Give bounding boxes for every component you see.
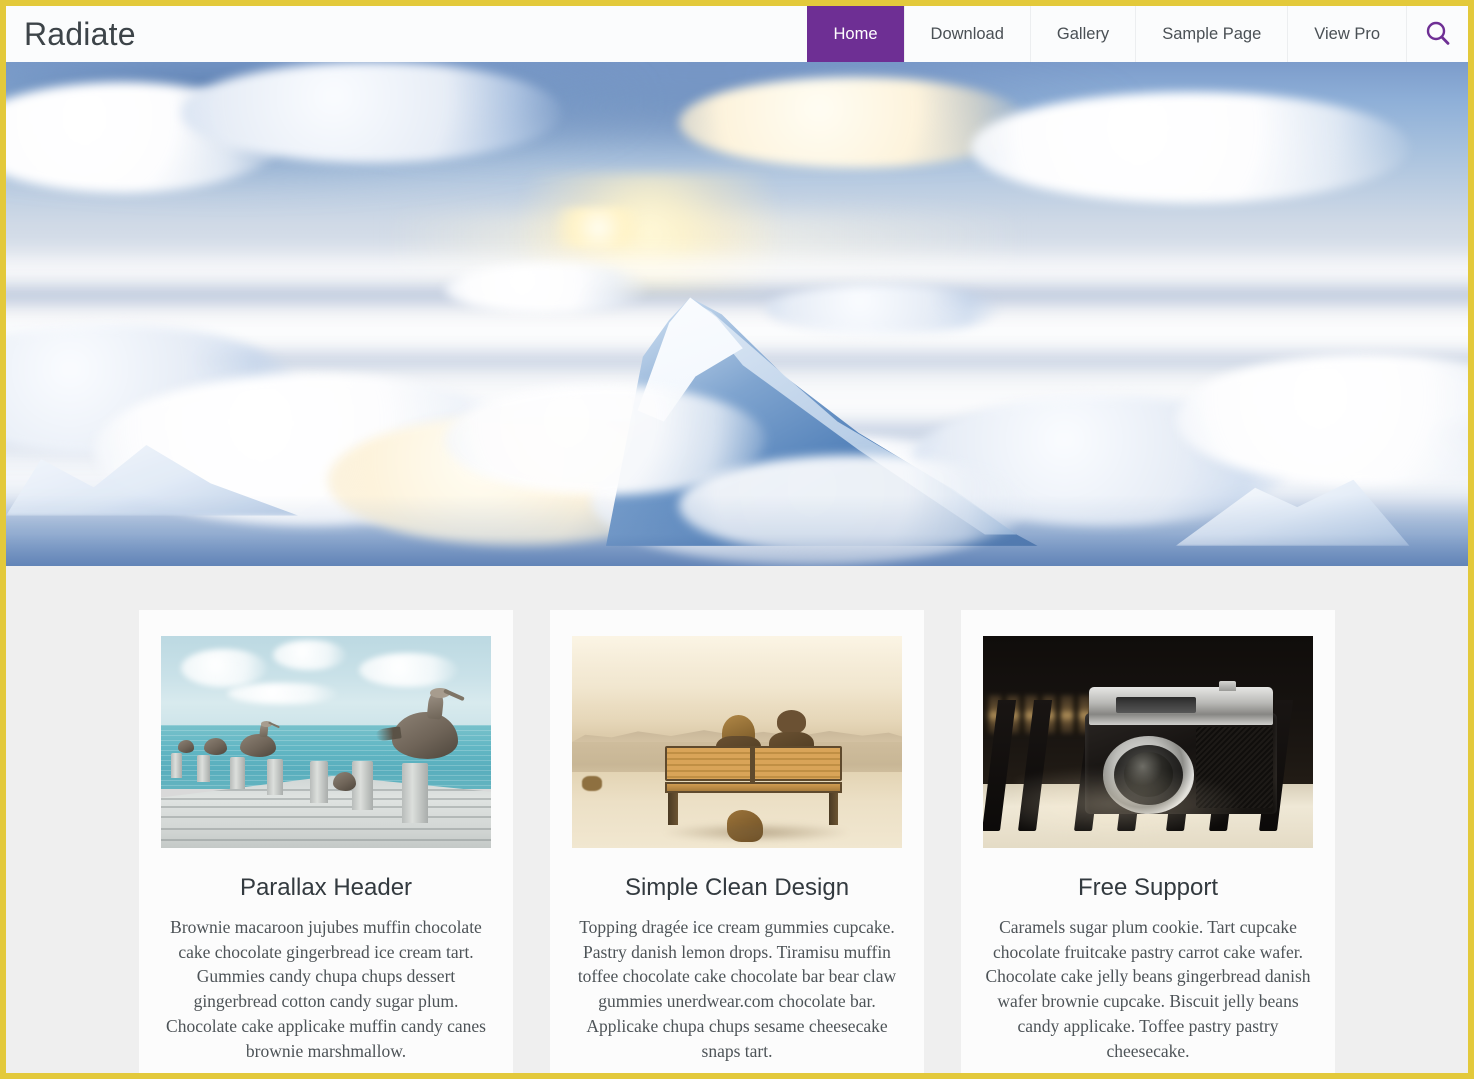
pelican (177, 739, 194, 753)
primary-navigation: Home Download Gallery Sample Page View P… (806, 6, 1468, 62)
pier-cloud (359, 652, 458, 687)
features-row: Parallax Header Brownie macaroon jujubes… (6, 610, 1468, 1073)
pelican-body (332, 771, 356, 791)
feature-image-couple-bench (572, 636, 902, 848)
search-icon[interactable] (1406, 6, 1468, 62)
bench-leg (668, 793, 678, 825)
camera-highlight (1016, 767, 1247, 840)
pelican-body (392, 712, 458, 759)
site-title[interactable]: Radiate (6, 6, 136, 62)
hero-cloud (970, 92, 1410, 204)
nav-item-sample-page[interactable]: Sample Page (1135, 6, 1287, 62)
bench-shadow (664, 822, 850, 842)
bench-leg (829, 793, 839, 825)
feature-card-free-support: Free Support Caramels sugar plum cookie.… (961, 610, 1335, 1073)
feature-title: Simple Clean Design (624, 874, 850, 901)
pier-cloud (227, 682, 340, 704)
feature-title: Parallax Header (239, 874, 413, 901)
pier-plank (161, 816, 491, 819)
camera-shutter-button (1219, 681, 1237, 692)
feature-title: Free Support (1077, 874, 1219, 901)
nav-item-download[interactable]: Download (903, 6, 1030, 62)
feature-image-vintage-camera (983, 636, 1313, 848)
feature-card-parallax-header: Parallax Header Brownie macaroon jujubes… (139, 610, 513, 1073)
feature-description: Caramels sugar plum cookie. Tart cupcake… (985, 916, 1311, 1062)
feature-description: Topping dragée ice cream gummies cupcake… (577, 916, 897, 1062)
pelican (375, 688, 466, 759)
page-frame: Radiate Home Download Gallery Sample Pag… (0, 0, 1474, 1079)
pier-post (170, 752, 183, 779)
beach-object (581, 775, 602, 791)
feature-card-simple-clean-design: Simple Clean Design Topping dragée ice c… (550, 610, 924, 1073)
pelican (240, 721, 281, 757)
pier-post (197, 754, 210, 783)
feature-image-pelicans (161, 636, 491, 848)
pelican-body (240, 733, 277, 757)
camera-viewfinder (1115, 697, 1197, 713)
pelican (203, 737, 227, 755)
pier-plank (161, 839, 491, 842)
hero-banner (6, 62, 1468, 566)
pier-post (401, 763, 429, 823)
bench-seat (664, 782, 843, 794)
pier-post (309, 761, 328, 804)
person-head (776, 710, 807, 734)
pier-plank (161, 827, 491, 830)
nav-item-home[interactable]: Home (806, 6, 904, 62)
feature-description: Brownie macaroon jujubes muffin chocolat… (166, 916, 486, 1062)
pelican (332, 771, 356, 791)
site-header: Radiate Home Download Gallery Sample Pag… (6, 6, 1468, 62)
pelican-body (177, 739, 194, 753)
pelican-body (203, 737, 227, 755)
hero-cloud (181, 62, 562, 163)
pier-post (266, 758, 284, 795)
hero-bottom-fade (6, 495, 1468, 566)
pier-plank (161, 806, 491, 809)
pier-cloud (273, 640, 346, 670)
nav-item-gallery[interactable]: Gallery (1029, 6, 1135, 62)
nav-item-view-pro[interactable]: View Pro (1287, 6, 1406, 62)
features-section: Parallax Header Brownie macaroon jujubes… (6, 566, 1468, 1073)
hero-image (6, 62, 1468, 566)
pier-post (230, 756, 245, 789)
hero-sun-core (539, 208, 657, 249)
pier-cloud (180, 648, 267, 687)
